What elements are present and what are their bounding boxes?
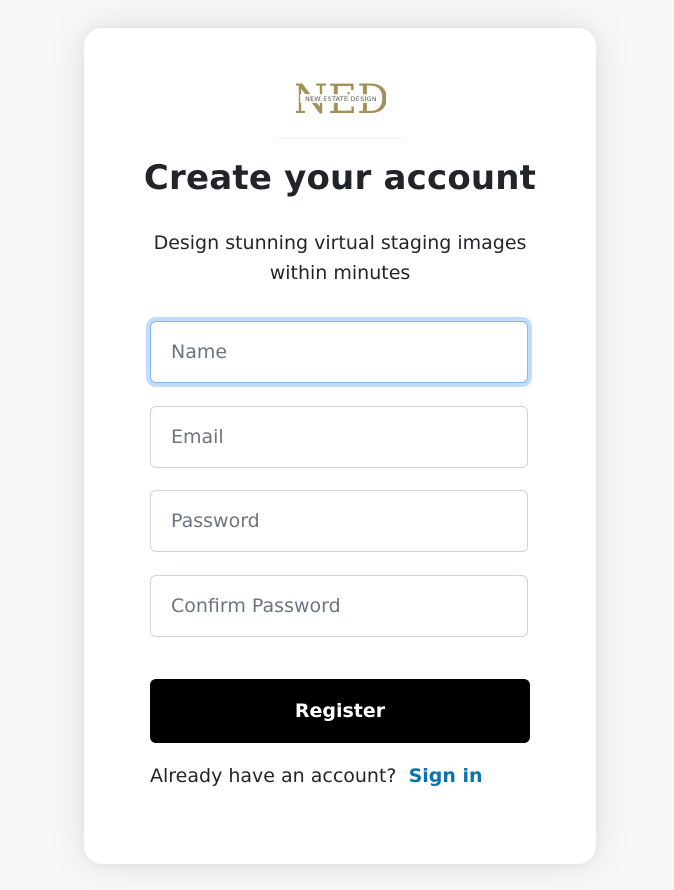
logo-divider (276, 138, 404, 139)
brand-logo: NED NEW ESTATE DESIGN (296, 78, 386, 122)
signin-prompt: Already have an account? (150, 765, 397, 787)
register-card: NED NEW ESTATE DESIGN Create your accoun… (84, 28, 596, 864)
page-title: Create your account (143, 158, 537, 198)
signin-row: Already have an account? Sign in (150, 765, 483, 787)
logo-subtext: NEW ESTATE DESIGN (305, 96, 377, 103)
password-input[interactable] (150, 490, 528, 552)
name-input[interactable] (150, 321, 528, 383)
confirm-password-input[interactable] (150, 575, 528, 637)
email-input[interactable] (150, 406, 528, 468)
page-subtitle: Design stunning virtual staging images w… (153, 232, 527, 284)
signin-link[interactable]: Sign in (409, 765, 483, 787)
register-button[interactable]: Register (150, 679, 530, 743)
